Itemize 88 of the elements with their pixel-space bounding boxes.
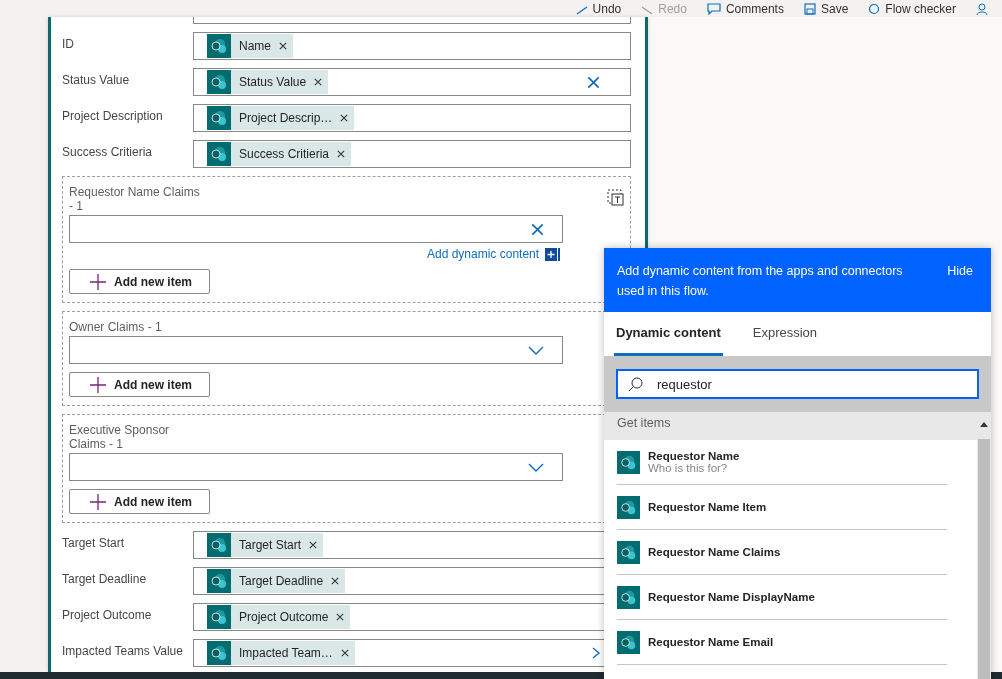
token-field[interactable]: Project Descrip…	[193, 104, 631, 132]
field-label: Project Description	[62, 108, 164, 123]
field-label: Success Critieria	[62, 144, 154, 159]
input-field[interactable]	[69, 215, 563, 243]
remove-icon[interactable]	[331, 577, 340, 585]
field-label: Target Start	[62, 535, 126, 550]
sharepoint-icon	[207, 70, 231, 94]
token-field[interactable]: Name	[193, 32, 631, 60]
sharepoint-icon	[617, 450, 640, 474]
search-box[interactable]: requestor	[616, 369, 979, 399]
remove-icon[interactable]	[309, 541, 318, 549]
plus-icon	[90, 273, 106, 290]
dynamic-content-item[interactable]: Requestor Name Item	[617, 485, 947, 530]
item-title: Requestor Name Claims	[648, 546, 781, 558]
token-field[interactable]: Status Value	[193, 68, 631, 96]
token-text: Project Descrip…	[239, 111, 333, 125]
chevron-right-icon[interactable]	[592, 647, 600, 659]
sharepoint-icon	[617, 540, 640, 564]
remove-icon[interactable]	[340, 649, 349, 657]
toolbar-button[interactable]: Undo	[575, 1, 622, 16]
sharepoint-icon	[207, 106, 231, 130]
remove-icon[interactable]	[340, 114, 349, 122]
add-new-item-button[interactable]: Add new item	[69, 489, 210, 514]
group-label: Requestor Name Claims - 1	[69, 185, 201, 213]
dynamic-content-item[interactable]: Requestor Name Claims	[617, 530, 947, 575]
chevron-down-icon[interactable]	[528, 462, 544, 472]
search-icon	[628, 376, 643, 392]
sharepoint-icon	[207, 569, 231, 593]
sharepoint-icon	[207, 34, 231, 58]
token-field[interactable]: Success Critieria	[193, 140, 631, 168]
token-text: Project Outcome	[239, 610, 329, 624]
panel-tab[interactable]: Expression	[750, 312, 820, 356]
section-header: Get items	[604, 412, 977, 440]
sharepoint-icon	[207, 605, 231, 629]
sharepoint-icon	[207, 641, 231, 665]
add-new-item-button[interactable]: Add new item	[69, 269, 210, 294]
clear-icon[interactable]	[531, 222, 544, 236]
field-label: Project Outcome	[62, 607, 153, 622]
dropdown-field[interactable]	[69, 453, 563, 481]
remove-icon[interactable]	[279, 42, 287, 50]
field-label: Target Deadline	[62, 571, 148, 586]
save-icon	[803, 2, 816, 15]
token-text: Success Critieria	[239, 147, 330, 161]
dynamic-content-item[interactable]: Requestor Name Who is this for?	[617, 440, 947, 485]
item-title: Requestor Name Email	[648, 636, 774, 648]
input-field[interactable]	[193, 17, 631, 24]
remove-icon[interactable]	[336, 613, 345, 621]
field-label: Status Value	[62, 72, 131, 87]
token-text: Name	[239, 39, 271, 53]
toolbar-button[interactable]: Flow checker	[868, 1, 956, 16]
clear-icon[interactable]	[587, 75, 600, 89]
plus-icon	[545, 247, 561, 261]
group-label: Executive Sponsor Claims - 1	[69, 423, 171, 451]
sharepoint-icon	[617, 585, 640, 609]
add-new-item-button[interactable]: Add new item	[69, 372, 210, 397]
text-mode-icon[interactable]	[607, 189, 624, 206]
panel-message: Add dynamic content from the apps and connectors used in this flow.	[617, 263, 904, 300]
sharepoint-icon	[207, 142, 231, 166]
sharepoint-icon	[617, 630, 640, 654]
dynamic-content-item[interactable]: Requestor Name Email	[617, 620, 947, 665]
item-title: Requestor Name	[648, 450, 740, 462]
plus-icon	[90, 493, 106, 510]
remove-icon[interactable]	[337, 150, 346, 158]
sharepoint-icon	[617, 495, 640, 519]
group-label: Owner Claims - 1	[69, 320, 163, 334]
token-text: Target Deadline	[239, 574, 324, 588]
toolbar-button[interactable]: Comments	[706, 1, 784, 16]
chevron-down-icon[interactable]	[528, 345, 544, 355]
item-title: Requestor Name DisplayName	[648, 591, 815, 603]
add-dynamic-content-link[interactable]: Add dynamic content	[427, 247, 561, 261]
comment-icon	[706, 2, 721, 15]
hide-button[interactable]: Hide	[947, 261, 973, 281]
token-text: Impacted Team…	[239, 646, 333, 660]
dynamic-content-item[interactable]: Requestor Name DisplayName	[617, 575, 947, 620]
toolbar-button[interactable]: Save	[803, 1, 849, 16]
sharepoint-icon	[207, 533, 231, 557]
item-title: Requestor Name Item	[648, 501, 767, 513]
scrollbar[interactable]	[977, 412, 991, 679]
plus-icon	[90, 376, 106, 393]
token-text: Target Start	[239, 538, 302, 552]
scroll-up-icon[interactable]	[980, 422, 988, 427]
remove-icon[interactable]	[314, 78, 323, 86]
field-label: Impacted Teams Value	[62, 643, 184, 658]
field-label: ID	[62, 36, 75, 51]
dropdown-field[interactable]	[69, 336, 563, 364]
item-subtitle: Who is this for?	[648, 462, 729, 474]
person-icon[interactable]	[976, 2, 988, 15]
token-text: Status Value	[239, 75, 307, 89]
